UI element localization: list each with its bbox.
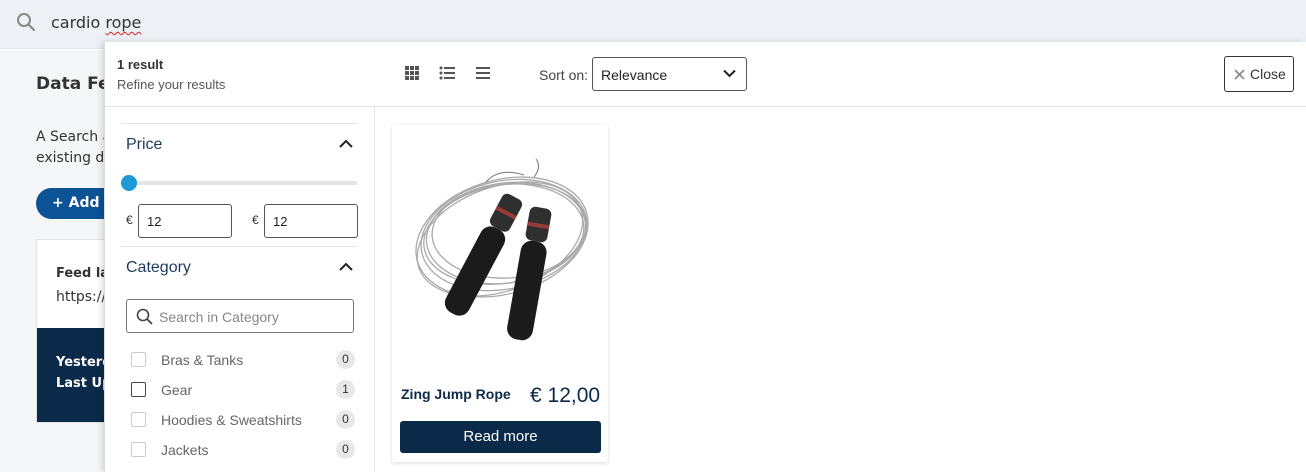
category-count-badge: 1	[336, 380, 355, 399]
list-view-icon[interactable]	[439, 65, 455, 81]
chevron-down-icon	[723, 69, 736, 78]
page-description: A Search a existing da	[36, 129, 113, 166]
category-checkbox[interactable]	[131, 442, 146, 457]
sort-label: Sort on:	[539, 67, 589, 83]
category-checkbox[interactable]	[131, 412, 146, 427]
product-card[interactable]: Zing Jump Rope € 12,00 Read more	[392, 125, 608, 462]
result-count: 1 result	[117, 57, 164, 72]
category-count-badge: 0	[336, 410, 355, 429]
category-count-badge: 0	[336, 440, 355, 459]
results-toolbar: 1 result Refine your results Sort on: Re…	[105, 42, 1306, 107]
category-checkbox[interactable]	[131, 382, 146, 397]
chevron-up-icon	[339, 139, 353, 148]
read-more-button[interactable]: Read more	[400, 421, 601, 453]
refine-label: Refine your results	[117, 77, 226, 92]
category-option[interactable]: Hoodies & Sweatshirts 0	[131, 409, 355, 431]
category-count-badge: 0	[336, 350, 355, 369]
currency-symbol: €	[126, 213, 133, 227]
search-icon	[17, 13, 36, 32]
chevron-up-icon	[339, 262, 353, 271]
category-option[interactable]: Gear 1	[131, 379, 355, 401]
search-icon	[136, 308, 153, 325]
close-button[interactable]: Close	[1224, 56, 1294, 92]
category-search-input[interactable]: Search in Category	[126, 299, 354, 333]
category-facet-header[interactable]: Category	[121, 246, 357, 288]
product-name[interactable]: Zing Jump Rope	[401, 386, 511, 402]
filter-sidebar: Price € 12 € 12 Category Search in Categ…	[105, 107, 375, 472]
price-max-input[interactable]: 12	[264, 204, 358, 238]
category-option[interactable]: Jackets 0	[131, 439, 355, 461]
price-slider-handle[interactable]	[121, 175, 137, 191]
feed-card-label: Feed la	[56, 266, 110, 281]
category-option[interactable]: Bras & Tanks 0	[131, 349, 355, 371]
price-facet-header[interactable]: Price	[121, 123, 357, 165]
search-results-panel: 1 result Refine your results Sort on: Re…	[104, 42, 1306, 472]
product-image[interactable]	[404, 147, 596, 347]
currency-symbol: €	[252, 213, 259, 227]
sort-select[interactable]: Relevance	[592, 57, 747, 91]
feed-card-url: https://	[56, 289, 107, 305]
price-slider-track[interactable]	[125, 181, 357, 185]
compact-view-icon[interactable]	[475, 65, 491, 81]
grid-view-icon[interactable]	[404, 65, 420, 81]
search-query[interactable]: cardio rope	[51, 13, 141, 32]
price-min-input[interactable]: 12	[138, 204, 232, 238]
product-price: € 12,00	[530, 384, 601, 407]
close-icon	[1234, 69, 1245, 80]
category-checkbox[interactable]	[131, 352, 146, 367]
